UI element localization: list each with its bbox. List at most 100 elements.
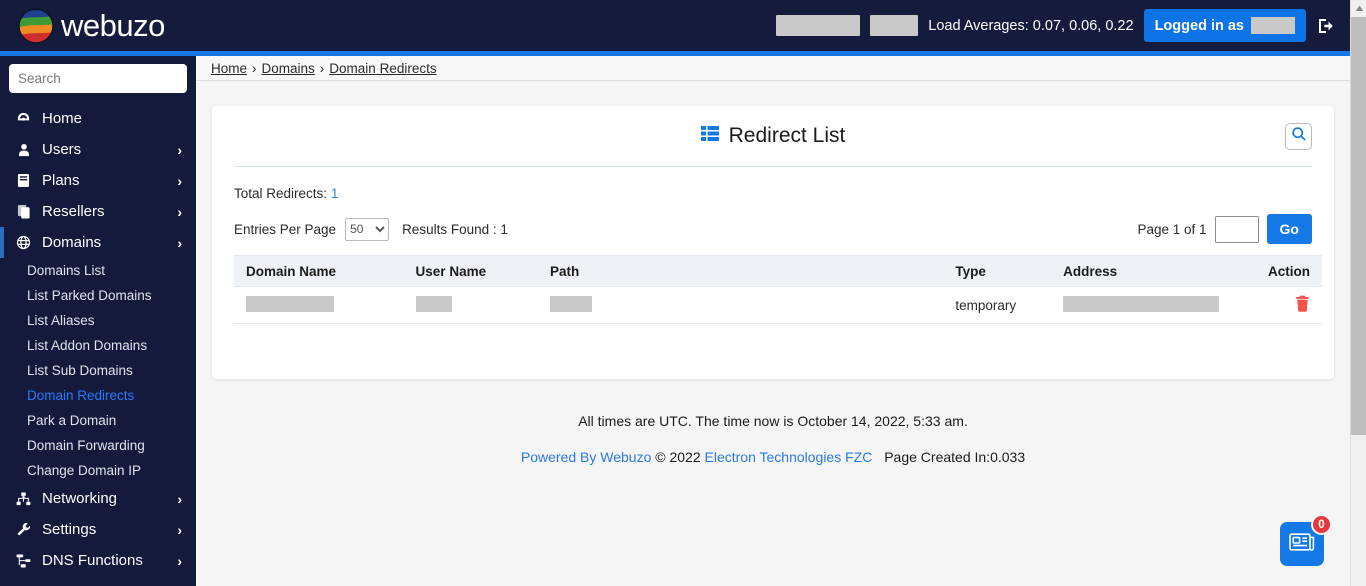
sidebar-item-plans[interactable]: Plans ›	[0, 165, 196, 196]
sidebar-search-wrap	[0, 56, 196, 103]
results-found-text: Results Found : 1	[402, 221, 508, 237]
sidebar-subitem-list-addon-domains[interactable]: List Addon Domains	[0, 333, 196, 358]
entries-per-page-select[interactable]: 50	[345, 217, 390, 241]
brand-logo[interactable]: webuzo	[16, 6, 165, 46]
sidebar-subitem-park-a-domain[interactable]: Park a Domain	[0, 408, 196, 433]
sidebar-subitem-domain-forwarding[interactable]: Domain Forwarding	[0, 433, 196, 458]
network-icon	[14, 492, 33, 506]
column-header-type: Type	[943, 255, 1052, 287]
user-icon	[14, 143, 33, 157]
logged-in-as-button[interactable]: Logged in as	[1143, 9, 1306, 42]
resellers-icon	[14, 204, 33, 219]
breadcrumb-link-domains[interactable]: Domains	[262, 61, 315, 76]
list-icon	[700, 126, 719, 146]
dns-icon	[14, 554, 33, 568]
copyright-text: © 2022	[655, 449, 701, 465]
redacted-path	[549, 295, 592, 312]
sidebar-subitem-list-sub-domains[interactable]: List Sub Domains	[0, 358, 196, 383]
page-scrollbar[interactable]	[1350, 0, 1366, 586]
logout-icon[interactable]	[1316, 16, 1336, 36]
total-redirects-label: Total Redirects:	[234, 186, 328, 201]
card-title-wrap: Redirect List	[700, 124, 846, 148]
sidebar-subitem-list-aliases[interactable]: List Aliases	[0, 308, 196, 333]
column-header-address: Address	[1051, 255, 1256, 287]
footer: All times are UTC. The time now is Octob…	[196, 413, 1350, 465]
table-header-row: Domain Name User Name Path Type Address …	[234, 255, 1322, 287]
redacted-field-a	[776, 15, 861, 36]
trash-icon[interactable]	[1295, 295, 1310, 312]
load-averages-text: Load Averages: 0.07, 0.06, 0.22	[928, 17, 1134, 34]
go-button[interactable]: Go	[1266, 214, 1312, 244]
column-header-action: Action	[1256, 255, 1322, 287]
sidebar-item-label: Networking	[42, 490, 118, 507]
total-redirects-count: 1	[330, 186, 339, 201]
cell-path	[537, 286, 944, 324]
logged-in-label: Logged in as	[1154, 17, 1244, 34]
sidebar-item-settings[interactable]: Settings ›	[0, 514, 196, 545]
table-body: temporary	[234, 286, 1322, 324]
redirect-list-card: Redirect List Total Redirects: 1 Entries…	[212, 106, 1334, 379]
globe-icon	[14, 235, 33, 250]
company-link[interactable]: Electron Technologies FZC	[705, 449, 873, 465]
redacted-field-b	[870, 15, 919, 36]
search-toggle-button[interactable]	[1285, 123, 1312, 150]
sidebar-item-home[interactable]: Home	[0, 103, 196, 134]
sidebar-item-resellers[interactable]: Resellers ›	[0, 196, 196, 227]
cell-address	[1051, 286, 1256, 324]
search-input[interactable]	[9, 64, 187, 93]
credit-line: Powered By Webuzo © 2022 Electron Techno…	[196, 449, 1350, 465]
sidebar-item-label: Domains	[42, 234, 102, 251]
chevron-right-icon: ›	[177, 172, 182, 189]
news-badge-count: 0	[1311, 514, 1332, 535]
redacted-domain-name	[246, 295, 334, 312]
sidebar-item-dns-functions[interactable]: DNS Functions ›	[0, 545, 196, 576]
page-title: Redirect List	[728, 124, 846, 147]
sidebar-item-networking[interactable]: Networking ›	[0, 483, 196, 514]
utc-time-text: All times are UTC. The time now is Octob…	[578, 413, 968, 429]
chevron-right-icon: ›	[177, 203, 182, 220]
cell-action	[1256, 286, 1322, 324]
redirects-table: Domain Name User Name Path Type Address …	[234, 255, 1322, 324]
pagination-controls: Page 1 of 1 Go	[1137, 214, 1312, 244]
sidebar-item-label: Resellers	[42, 203, 105, 220]
main-content: Redirect List Total Redirects: 1 Entries…	[196, 81, 1350, 586]
globe-swirl-logo-icon	[16, 6, 56, 46]
sidebar-item-label: Users	[42, 141, 82, 158]
sidebar-item-label: DNS Functions	[42, 552, 143, 569]
entries-per-page-label: Entries Per Page	[234, 221, 337, 237]
sidebar-subitem-domains-list[interactable]: Domains List	[0, 258, 196, 283]
sidebar-item-users[interactable]: Users ›	[0, 134, 196, 165]
sidebar-subitem-list-parked-domains[interactable]: List Parked Domains	[0, 283, 196, 308]
powered-by-webuzo-link[interactable]: Powered By Webuzo	[521, 449, 651, 465]
breadcrumb-link-current[interactable]: Domain Redirects	[329, 61, 436, 76]
sidebar: Home Users › Plans › Resellers › Domains…	[0, 56, 196, 586]
redacted-user-name	[415, 295, 452, 312]
breadcrumb: Home › Domains › Domain Redirects	[196, 56, 1350, 81]
page-number-input[interactable]	[1214, 215, 1259, 243]
sidebar-subitem-change-domain-ip[interactable]: Change Domain IP	[0, 458, 196, 483]
news-icon	[1289, 531, 1315, 558]
sidebar-submenu-domains: Domains List List Parked Domains List Al…	[0, 258, 196, 483]
sidebar-subitem-domain-redirects[interactable]: Domain Redirects	[0, 383, 196, 408]
sidebar-item-domains[interactable]: Domains ›	[0, 227, 196, 258]
brand-name: webuzo	[61, 7, 165, 43]
cell-user-name	[403, 286, 538, 324]
card-header: Redirect List	[212, 106, 1334, 166]
scrollbar-thumb[interactable]	[1351, 17, 1366, 435]
table-row: temporary	[234, 286, 1322, 324]
sidebar-item-label: Home	[42, 110, 83, 127]
top-bar: webuzo Load Averages: 0.07, 0.06, 0.22 L…	[0, 0, 1350, 51]
column-header-user-name: User Name	[403, 255, 538, 287]
breadcrumb-separator: ›	[252, 60, 257, 76]
redacted-address	[1063, 295, 1220, 312]
wrench-icon	[14, 522, 33, 537]
news-feed-button[interactable]: 0	[1280, 514, 1332, 566]
breadcrumb-separator: ›	[319, 60, 325, 76]
total-redirects-line: Total Redirects: 1	[212, 167, 1334, 201]
plans-icon	[14, 173, 33, 188]
column-header-path: Path	[537, 255, 944, 287]
dashboard-icon	[14, 111, 33, 126]
scroll-up-arrow-icon[interactable]	[1351, 0, 1366, 17]
breadcrumb-link-home[interactable]: Home	[211, 61, 247, 76]
redacted-username	[1251, 17, 1295, 34]
